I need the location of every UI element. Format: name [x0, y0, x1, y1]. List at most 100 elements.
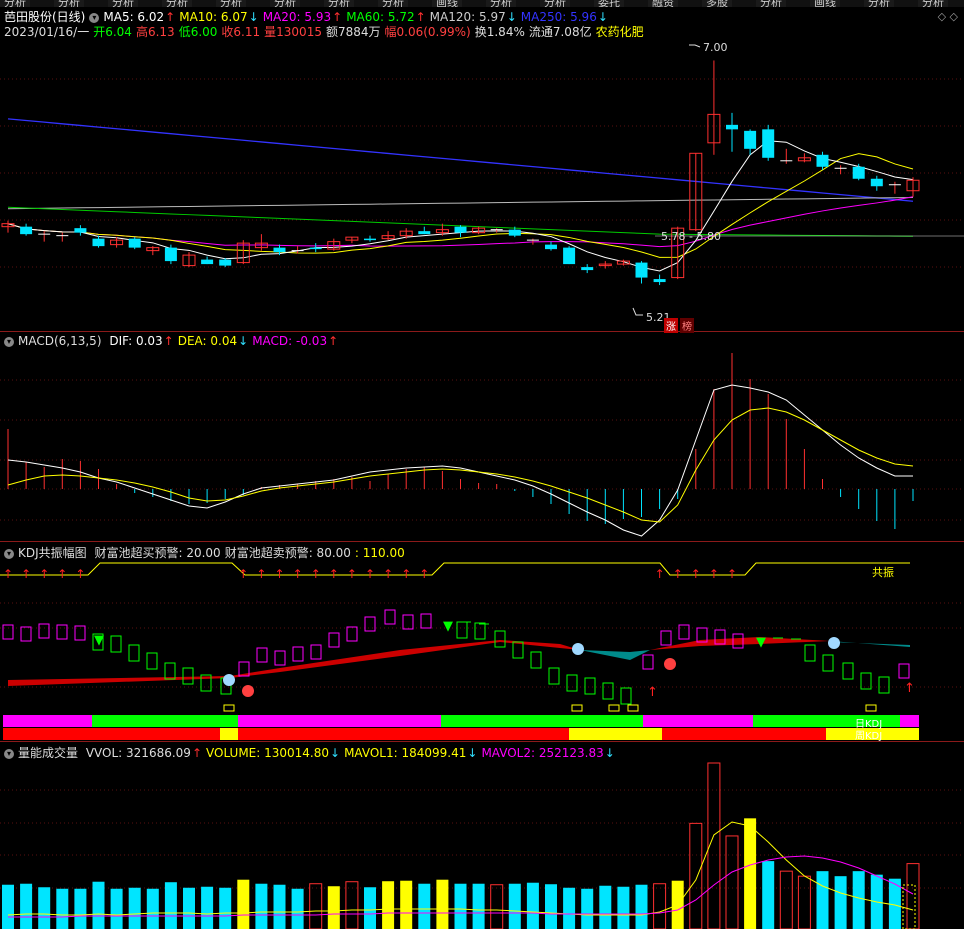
kdj-box: [220, 677, 232, 695]
stock-chart[interactable]: 分析 分析 分析 分析 分析 分析 分析 分析 画线 分析 分析 委托 融资 多股 分析 画线 分析 分析 芭田股…: [0, 0, 964, 929]
kdj-box: [128, 644, 140, 662]
volume-settings-icon[interactable]: ▾: [4, 748, 14, 759]
candle-down: [201, 259, 214, 265]
signal-arrow-icon: ↑: [256, 567, 266, 581]
candle-down: [816, 154, 829, 167]
legend-item: MA250: 5.96: [520, 10, 597, 24]
signal-arrow-icon: ↑: [727, 567, 737, 581]
candle-down: [744, 130, 757, 149]
kdj-box: [364, 616, 376, 632]
kdj-title[interactable]: KDJ共振幅图: [18, 546, 87, 560]
menu-item[interactable]: 分析: [756, 0, 786, 7]
volume-title[interactable]: 量能成交量: [18, 746, 78, 760]
menu-item[interactable]: 分析: [54, 0, 84, 7]
ma20-line: [7, 196, 914, 248]
window-controls-icon[interactable]: ◇ ◇: [938, 10, 958, 23]
legend-item: : 110.00: [354, 546, 405, 560]
menu-item[interactable]: 多股: [702, 0, 732, 7]
quote-field: 收6.11: [221, 25, 261, 39]
arrow-down-icon: ↓: [506, 10, 517, 24]
kdj-box: [660, 630, 672, 646]
menu-item[interactable]: 分析: [108, 0, 138, 7]
volume-bar: [797, 875, 811, 929]
volume-bar: [870, 874, 883, 929]
settings-icon[interactable]: ▾: [89, 12, 100, 23]
kdj-box: [714, 629, 726, 645]
volume-bar: [345, 881, 359, 929]
day-kdj-strip: [92, 715, 238, 727]
volume-bar: [56, 888, 69, 929]
kdj-header: ▾ KDJ共振幅图 财富池超买预警: 20.00 财富池超卖预警: 80.00: 1…: [4, 544, 413, 561]
candle-down: [635, 262, 648, 278]
volume-bar: [490, 884, 504, 929]
volume-bar: [237, 879, 250, 929]
candle-up: [236, 242, 250, 264]
signal-arrow-icon: ↑: [383, 567, 393, 581]
candle-down: [309, 247, 322, 250]
kdj-box: [92, 633, 104, 651]
menu-item[interactable]: 画线: [432, 0, 462, 7]
macd-title[interactable]: MACD(6,13,5): [18, 334, 102, 348]
kdj-box: [732, 633, 744, 649]
menu-item[interactable]: 分析: [486, 0, 516, 7]
menu-item[interactable]: 分析: [540, 0, 570, 7]
arrow-down-icon: ↓: [597, 10, 608, 24]
quote-field: 流通7.08亿: [528, 25, 592, 39]
candle-up: [381, 235, 395, 240]
candle-down: [364, 238, 376, 241]
volume-bar: [744, 818, 757, 929]
menu-item[interactable]: 分析: [216, 0, 246, 7]
candle-up: [327, 241, 341, 250]
volume-bar: [526, 882, 539, 929]
menu-item[interactable]: 分析: [324, 0, 354, 7]
menu-item[interactable]: 分析: [270, 0, 300, 7]
candle-up: [1, 223, 15, 228]
low-marker: [632, 307, 643, 316]
menu-item[interactable]: 分析: [864, 0, 894, 7]
top-menu-bar[interactable]: 分析 分析 分析 分析 分析 分析 分析 分析 画线 分析 分析 委托 融资 多股 分析 画线 分析 分析: [0, 0, 964, 7]
volume-bar: [834, 876, 847, 929]
volume-bar: [327, 886, 340, 929]
menu-item[interactable]: 画线: [810, 0, 840, 7]
candle-up: [598, 263, 612, 267]
volume-bar: [599, 885, 612, 929]
kdj-box: [420, 613, 432, 629]
legend-item: DEA: 0.04: [177, 334, 238, 348]
kdj-box: [238, 661, 250, 677]
volume-bar: [146, 888, 159, 929]
marker-square: [865, 704, 877, 712]
menu-item[interactable]: 分析: [378, 0, 408, 7]
signal-arrow-icon: ↑: [655, 567, 665, 581]
legend-item: MA20: 5.93: [262, 10, 332, 24]
menu-item[interactable]: 分析: [0, 0, 30, 7]
macd-settings-icon[interactable]: ▾: [4, 336, 14, 347]
kdj-box: [292, 646, 304, 662]
candle-down: [762, 129, 775, 158]
down-arrow-icon: ▼: [443, 619, 453, 634]
menu-item[interactable]: 融资: [648, 0, 678, 7]
menu-item[interactable]: 委托: [594, 0, 624, 7]
legend-item: MAVOL1: 184099.41: [344, 746, 467, 760]
resonance-label: 共振: [872, 566, 894, 579]
volume-bar: [291, 888, 304, 929]
separator: [0, 541, 964, 542]
kdj-box: [696, 627, 708, 643]
signal-arrow-icon: ↑: [691, 567, 701, 581]
quote-field: 换1.84%: [474, 25, 525, 39]
kdj-box: [474, 622, 486, 640]
kdj-box: [620, 687, 632, 705]
signal-ball-icon: [828, 637, 840, 649]
kdj-box: [566, 674, 578, 692]
kdj-box: [530, 651, 542, 669]
quote-info-row: 2023/01/16/一 开6.04 高6.13 低6.00 收6.11 量130015 额…: [4, 23, 648, 40]
range-label: 5.78 - 5.80: [661, 230, 721, 243]
volume-bar: [273, 884, 286, 929]
menu-item[interactable]: 分析: [918, 0, 948, 7]
marker-square: [608, 704, 620, 712]
candle-down: [454, 226, 467, 233]
kdj-box: [310, 644, 322, 660]
candle-down: [164, 247, 177, 262]
menu-item[interactable]: 分析: [162, 0, 192, 7]
kdj-settings-icon[interactable]: ▾: [4, 548, 14, 559]
stock-title[interactable]: 芭田股份(日线): [4, 10, 85, 24]
